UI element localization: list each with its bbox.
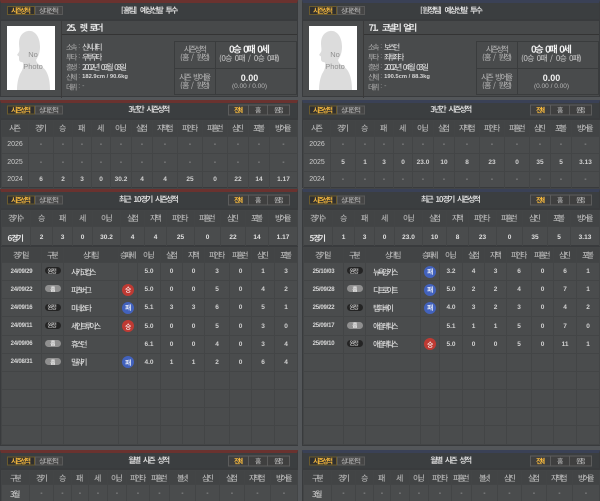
svg-text:Photo: Photo	[23, 62, 43, 71]
svg-text:No: No	[330, 50, 340, 59]
svg-text:No: No	[28, 50, 38, 59]
svg-text:Photo: Photo	[325, 62, 345, 71]
